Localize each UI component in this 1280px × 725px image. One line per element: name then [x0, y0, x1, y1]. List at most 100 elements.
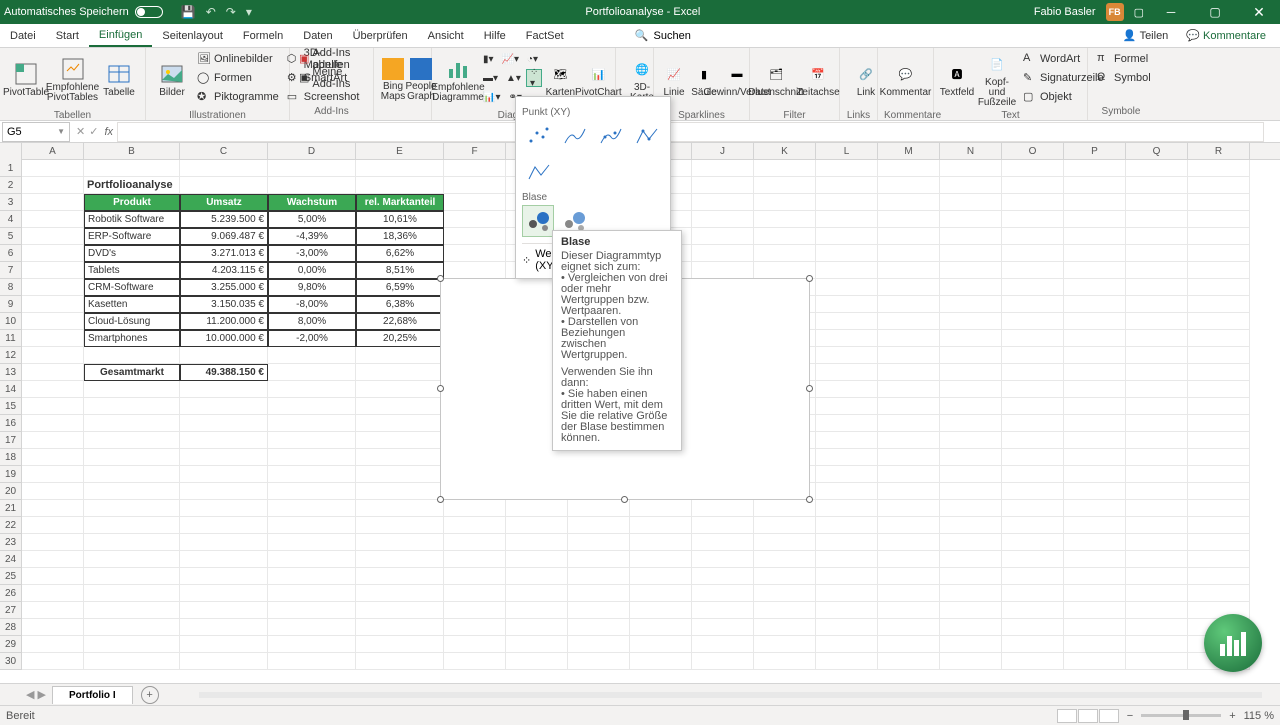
cell[interactable]: [180, 517, 268, 534]
cell[interactable]: [878, 585, 940, 602]
cell[interactable]: DVD's: [84, 245, 180, 262]
row-header[interactable]: 18: [0, 449, 22, 466]
cell[interactable]: [940, 177, 1002, 194]
cell[interactable]: 3.255.000 €: [180, 279, 268, 296]
chart-col-button[interactable]: ▮▾: [480, 50, 497, 68]
cell[interactable]: [1188, 245, 1250, 262]
cell[interactable]: [1064, 381, 1126, 398]
floating-chart-icon[interactable]: [1204, 614, 1262, 672]
cell[interactable]: [1064, 619, 1126, 636]
cell[interactable]: [1126, 602, 1188, 619]
cell[interactable]: [1002, 415, 1064, 432]
cell[interactable]: [1064, 500, 1126, 517]
cell[interactable]: [180, 160, 268, 177]
cell[interactable]: Portfolioanalyse: [84, 177, 180, 194]
cell[interactable]: [1126, 517, 1188, 534]
cell[interactable]: [506, 653, 568, 670]
user-avatar[interactable]: FB: [1106, 3, 1124, 21]
cell[interactable]: [630, 636, 692, 653]
cell[interactable]: [1126, 381, 1188, 398]
cell[interactable]: [568, 568, 630, 585]
cell[interactable]: [816, 534, 878, 551]
cell[interactable]: [84, 517, 180, 534]
cell[interactable]: [444, 177, 506, 194]
cell[interactable]: CRM-Software: [84, 279, 180, 296]
cell[interactable]: [356, 551, 444, 568]
cell[interactable]: [692, 619, 754, 636]
cell[interactable]: [356, 449, 444, 466]
cell[interactable]: -2,00%: [268, 330, 356, 347]
slicer-button[interactable]: 🗂Datenschnitt: [756, 50, 796, 110]
cell[interactable]: [180, 483, 268, 500]
cell[interactable]: [568, 500, 630, 517]
cell[interactable]: [692, 636, 754, 653]
cell[interactable]: [816, 551, 878, 568]
cell[interactable]: [692, 585, 754, 602]
cell[interactable]: 22,68%: [356, 313, 444, 330]
cell[interactable]: [878, 449, 940, 466]
cell[interactable]: [356, 585, 444, 602]
cell[interactable]: [940, 568, 1002, 585]
cell[interactable]: [444, 602, 506, 619]
cell[interactable]: [940, 228, 1002, 245]
cell[interactable]: 9,80%: [268, 279, 356, 296]
recommended-charts-button[interactable]: Empfohlene Diagramme: [438, 50, 478, 110]
cell[interactable]: 6,59%: [356, 279, 444, 296]
row-header[interactable]: 10: [0, 313, 22, 330]
row-header[interactable]: 26: [0, 585, 22, 602]
col-header[interactable]: N: [940, 143, 1002, 159]
bing-maps-button[interactable]: Bing Maps: [380, 50, 406, 110]
cell[interactable]: [1002, 534, 1064, 551]
cell[interactable]: [1126, 177, 1188, 194]
cell[interactable]: [940, 517, 1002, 534]
cell[interactable]: 0,00%: [268, 262, 356, 279]
col-header[interactable]: P: [1064, 143, 1126, 159]
view-layout-button[interactable]: [1078, 709, 1098, 723]
cell[interactable]: [940, 585, 1002, 602]
cell[interactable]: [878, 551, 940, 568]
col-header[interactable]: Q: [1126, 143, 1188, 159]
cell[interactable]: [268, 517, 356, 534]
cell[interactable]: [940, 381, 1002, 398]
cell[interactable]: [816, 347, 878, 364]
online-pics-button[interactable]: 🖼Onlinebilder: [194, 50, 282, 68]
cell[interactable]: [22, 194, 84, 211]
cell[interactable]: [444, 500, 506, 517]
cell[interactable]: [180, 449, 268, 466]
sheet-tab[interactable]: Portfolio I: [52, 686, 133, 704]
cell[interactable]: [1126, 483, 1188, 500]
cell[interactable]: [1002, 449, 1064, 466]
cell[interactable]: [268, 432, 356, 449]
cell[interactable]: [878, 313, 940, 330]
cell[interactable]: [356, 364, 444, 381]
cell[interactable]: [356, 534, 444, 551]
cell[interactable]: [878, 602, 940, 619]
cell[interactable]: [692, 160, 754, 177]
cell[interactable]: [1126, 160, 1188, 177]
cell[interactable]: [940, 534, 1002, 551]
cell[interactable]: [1126, 500, 1188, 517]
comment-button[interactable]: 💬Kommentar: [884, 50, 927, 110]
cell[interactable]: [568, 636, 630, 653]
row-header[interactable]: 15: [0, 398, 22, 415]
cell[interactable]: [1064, 398, 1126, 415]
cell[interactable]: [878, 228, 940, 245]
select-all-corner[interactable]: [0, 143, 22, 160]
cell[interactable]: [816, 245, 878, 262]
cell[interactable]: 6,62%: [356, 245, 444, 262]
cell[interactable]: [268, 381, 356, 398]
cell[interactable]: [180, 432, 268, 449]
cell[interactable]: [1064, 636, 1126, 653]
cell[interactable]: [630, 500, 692, 517]
cell[interactable]: [444, 160, 506, 177]
cell[interactable]: [506, 517, 568, 534]
cell[interactable]: [878, 194, 940, 211]
cell[interactable]: [22, 602, 84, 619]
row-header[interactable]: 22: [0, 517, 22, 534]
cell[interactable]: [816, 449, 878, 466]
cell[interactable]: [692, 653, 754, 670]
cell[interactable]: [1188, 211, 1250, 228]
cell[interactable]: [816, 432, 878, 449]
cell[interactable]: [444, 653, 506, 670]
cell[interactable]: [506, 568, 568, 585]
